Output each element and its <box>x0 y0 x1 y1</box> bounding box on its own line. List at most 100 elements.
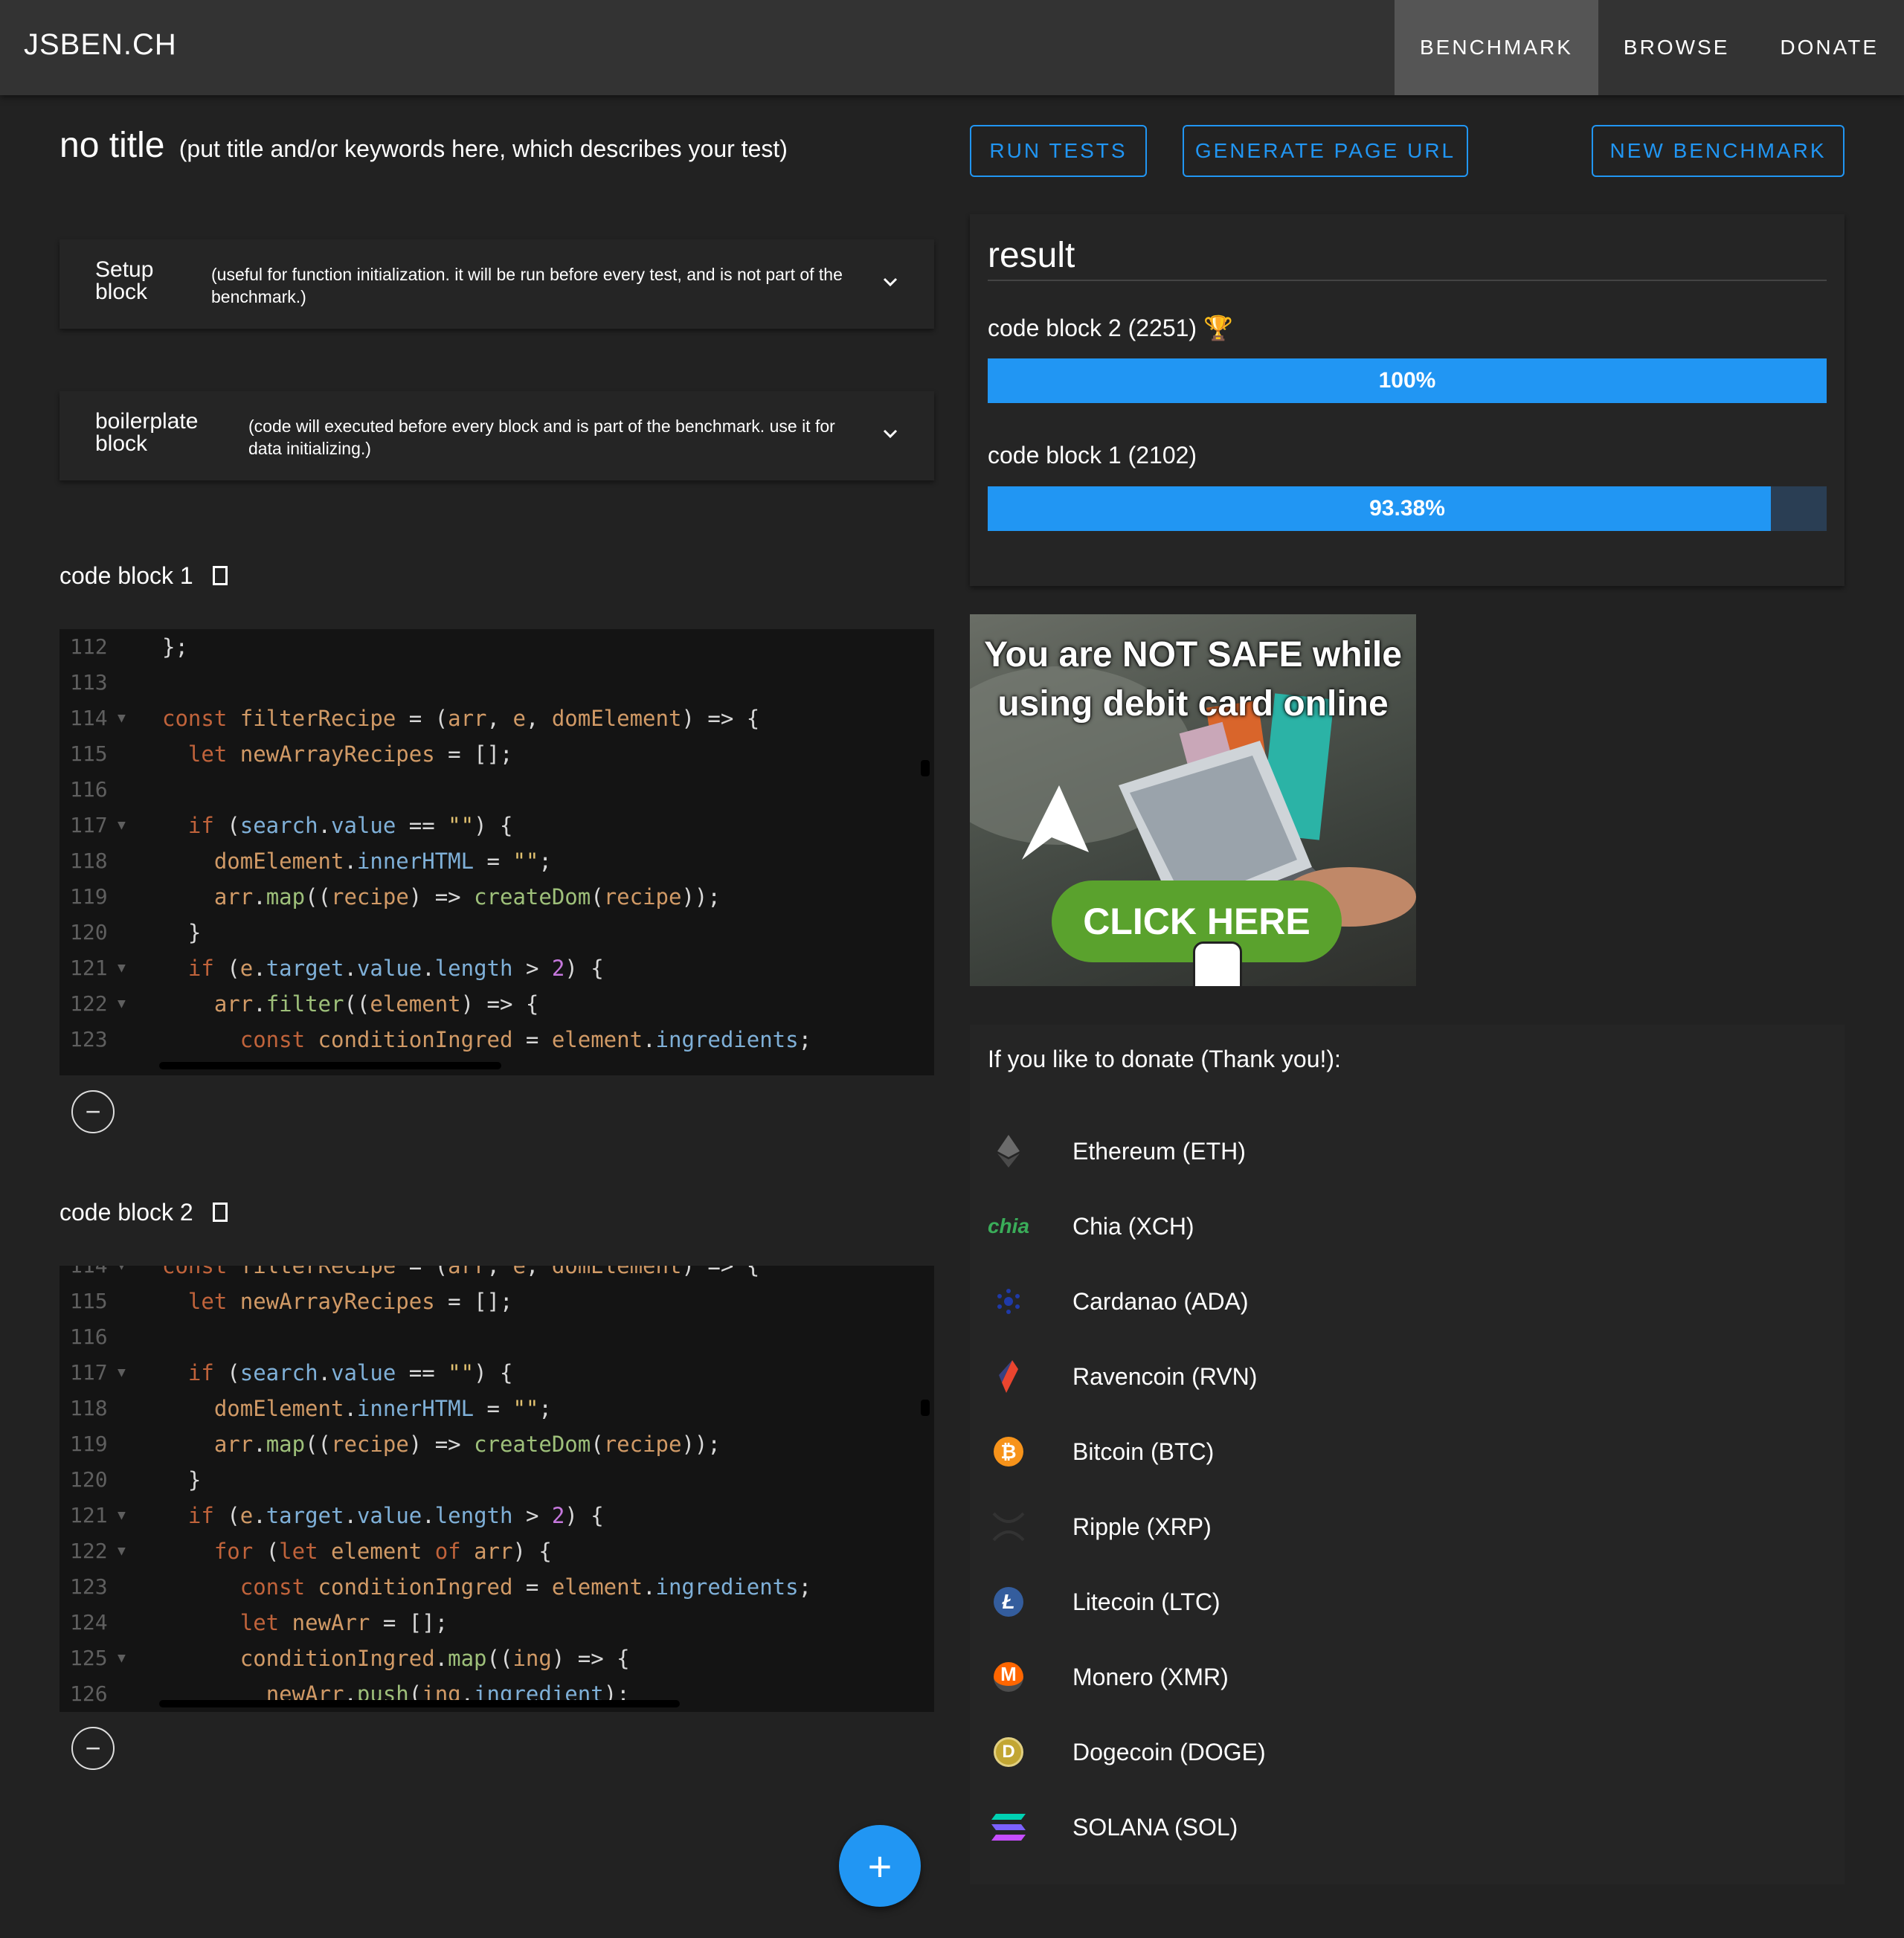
benchmark-title[interactable]: no title (put title and/or keywords here… <box>60 125 788 166</box>
fold-toggle-icon[interactable]: ▼ <box>118 1355 126 1391</box>
code-text: if (e.target.value.length > 2) { <box>187 956 604 981</box>
line-number: 114 <box>70 1266 137 1284</box>
progress-percent: 93.38% <box>1369 496 1445 521</box>
progress-percent: 100% <box>1378 368 1436 393</box>
horizontal-scrollbar[interactable] <box>159 1700 680 1707</box>
top-app-bar: JSBEN.CH BENCHMARK BROWSE DONATE <box>0 0 1904 95</box>
code-editor-2[interactable]: 126 newArr.push(ing.ingredient); 125 ▼ con… <box>60 1266 934 1712</box>
fold-toggle-icon[interactable]: ▼ <box>118 808 126 843</box>
fold-toggle-icon[interactable]: ▼ <box>118 950 126 986</box>
code-text: const filterRecipe = (arr, e, domElement… <box>162 706 760 731</box>
line-number: 117 <box>70 1360 108 1385</box>
fold-toggle-icon[interactable]: ▼ <box>118 986 126 1022</box>
boilerplate-block-panel[interactable]: boilerplate block (code will executed be… <box>60 391 934 480</box>
donate-ravencoin[interactable]: Ravencoin (RVN) <box>988 1354 1257 1399</box>
code-text: let newArr = []; <box>239 1610 448 1635</box>
line-number: 120 <box>70 1467 108 1492</box>
fold-toggle-icon[interactable]: ▼ <box>118 1498 126 1533</box>
ripple-icon <box>988 1506 1029 1548</box>
cardano-icon <box>988 1281 1029 1322</box>
setup-block-panel[interactable]: Setup block (useful for function initial… <box>60 239 934 329</box>
fold-toggle-icon[interactable]: ▼ <box>118 1641 126 1676</box>
line-number: 112 <box>70 634 108 659</box>
title-text: no title <box>60 126 165 165</box>
result-progress-bar-1: 100% <box>988 358 1827 403</box>
new-benchmark-button[interactable]: NEW BENCHMARK <box>1592 125 1844 177</box>
main-nav: BENCHMARK BROWSE DONATE <box>1395 0 1904 95</box>
code-text: for (let element of arr) { <box>213 1539 552 1564</box>
donate-bitcoin[interactable]: ₿ Bitcoin (BTC) <box>988 1429 1214 1474</box>
brand-logo[interactable]: JSBEN.CH <box>24 28 177 62</box>
coin-label: Cardanao (ADA) <box>1072 1287 1249 1315</box>
code-text: arr.map((recipe) => createDom(recipe)); <box>213 884 721 910</box>
coin-label: Litecoin (LTC) <box>1072 1588 1220 1615</box>
result-label-1: code block 2 (2251) 🏆 <box>988 314 1233 342</box>
nav-browse[interactable]: BROWSE <box>1598 0 1755 95</box>
vertical-scrollbar[interactable] <box>921 1400 930 1416</box>
donate-solana[interactable]: SOLANA (SOL) <box>988 1805 1238 1850</box>
remove-code-block-2-button[interactable]: − <box>71 1727 115 1770</box>
donate-cardano[interactable]: Cardanao (ADA) <box>988 1279 1249 1324</box>
code-block-1-title[interactable]: code block 1 <box>60 562 193 589</box>
chevron-down-icon[interactable] <box>882 425 898 442</box>
fold-toggle-icon[interactable]: ▼ <box>118 701 126 736</box>
coin-label: Ripple (XRP) <box>1072 1513 1212 1540</box>
monero-icon: M <box>988 1656 1029 1698</box>
line-number: 124 <box>70 1610 108 1635</box>
donate-ripple[interactable]: Ripple (XRP) <box>988 1504 1212 1549</box>
add-code-block-button[interactable]: + <box>839 1825 921 1907</box>
nav-donate[interactable]: DONATE <box>1755 0 1904 95</box>
copy-icon[interactable] <box>212 566 228 585</box>
code-text: conditionIngred.map((ing) => { <box>239 1646 630 1671</box>
line-number: 126 <box>70 1681 108 1706</box>
chevron-down-icon[interactable] <box>882 274 898 290</box>
code-block-2-label: code block 2 <box>60 1199 228 1226</box>
donate-chia[interactable]: chia Chia (XCH) <box>988 1204 1194 1249</box>
litecoin-icon: Ł <box>988 1581 1029 1623</box>
code-block-2-title[interactable]: code block 2 <box>60 1199 193 1226</box>
code-text: } <box>162 920 202 945</box>
line-number: 117 <box>70 813 108 837</box>
chia-icon: chia <box>987 1214 1030 1237</box>
run-tests-button[interactable]: RUN TESTS <box>970 125 1147 177</box>
coin-label: Bitcoin (BTC) <box>1072 1438 1215 1465</box>
result-progress-bar-2: 93.38% <box>988 486 1827 531</box>
donate-litecoin[interactable]: Ł Litecoin (LTC) <box>988 1580 1220 1624</box>
title-hint: (put title and/or keywords here, which d… <box>178 135 788 162</box>
nav-benchmark[interactable]: BENCHMARK <box>1395 0 1598 95</box>
code-block-1-label: code block 1 <box>60 562 228 590</box>
code-editor-1[interactable]: 123 const conditionIngred = element.ingr… <box>60 629 934 1075</box>
line-number: 116 <box>70 1324 108 1349</box>
generate-page-url-button[interactable]: GENERATE PAGE URL <box>1183 125 1468 177</box>
line-number: 113 <box>70 670 108 695</box>
line-number: 121 <box>70 956 108 980</box>
trophy-icon: 🏆 <box>1203 315 1233 341</box>
horizontal-scrollbar[interactable] <box>159 1062 501 1069</box>
code-text: let newArrayRecipes = []; <box>187 741 513 767</box>
code-text: arr.filter((element) => { <box>213 991 539 1017</box>
donate-panel: If you like to donate (Thank you!): Ethe… <box>970 1025 1844 1884</box>
line-number: 115 <box>70 741 108 766</box>
donate-monero[interactable]: M Monero (XMR) <box>988 1655 1229 1699</box>
line-number: 120 <box>70 920 108 944</box>
code-text: arr.map((recipe) => createDom(recipe)); <box>213 1432 721 1457</box>
remove-code-block-1-button[interactable]: − <box>71 1090 115 1133</box>
fold-toggle-icon[interactable]: ▼ <box>118 1533 126 1569</box>
donate-dogecoin[interactable]: D Dogecoin (DOGE) <box>988 1730 1266 1774</box>
line-number: 123 <box>70 1027 108 1052</box>
boilerplate-block-description: (code will executed before every block a… <box>248 416 835 458</box>
hand-cursor-icon <box>1193 941 1242 986</box>
code-text: const conditionIngred = element.ingredie… <box>239 1027 812 1052</box>
donate-ethereum[interactable]: Ethereum (ETH) <box>988 1129 1246 1174</box>
vertical-scrollbar[interactable] <box>921 760 930 776</box>
result-label-text: code block 1 (2102) <box>988 442 1197 469</box>
line-number: 114 <box>70 706 108 730</box>
code-text: if (e.target.value.length > 2) { <box>187 1503 604 1528</box>
ethereum-icon <box>988 1130 1029 1172</box>
fold-toggle-icon[interactable]: ▼ <box>118 1266 126 1284</box>
code-text: domElement.innerHTML = ""; <box>213 1396 552 1421</box>
ad-banner[interactable]: You are NOT SAFE while using debit card … <box>970 614 1416 986</box>
copy-icon[interactable] <box>212 1203 228 1222</box>
line-number: 125 <box>70 1646 108 1670</box>
coin-label: Ravencoin (RVN) <box>1072 1362 1258 1390</box>
